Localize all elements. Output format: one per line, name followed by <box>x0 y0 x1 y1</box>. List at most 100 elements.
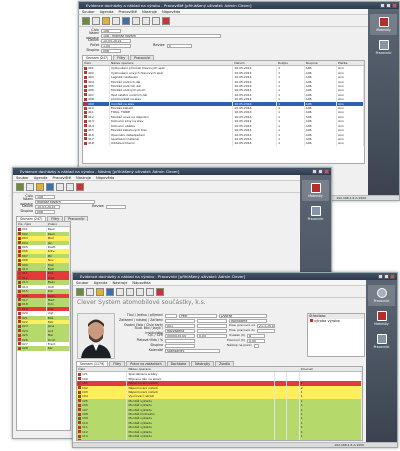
copy-icon[interactable] <box>146 287 154 296</box>
skupina-field[interactable]: 006 <box>35 209 55 214</box>
nazev-field[interactable]: 1x8 - montáž kovárn <box>101 33 221 38</box>
new-record-icon[interactable] <box>16 182 24 191</box>
skup-field[interactable] <box>165 343 195 348</box>
search-icon[interactable] <box>126 287 134 296</box>
cell-text: 10.05.2014 <box>234 70 252 75</box>
sidebar-item-pracovnici[interactable]: Pracovníci <box>370 37 397 58</box>
menu-item[interactable]: Soubor <box>82 10 95 14</box>
menu-item[interactable]: Nástroje <box>76 176 91 180</box>
sidebar-item-materialy[interactable]: Materiály <box>302 180 329 201</box>
close-window-icon[interactable] <box>392 3 397 8</box>
edit-icon[interactable] <box>86 287 94 296</box>
zarizeni-field[interactable]: Rovnotéra <box>229 318 267 323</box>
svr-field[interactable]: 0.00 <box>197 333 227 338</box>
filter-icon[interactable] <box>152 16 160 25</box>
datum-field[interactable]: 10.05.2014 <box>101 38 131 43</box>
pras-field[interactable]: 21.1.2014 <box>256 323 275 328</box>
record-icon <box>18 280 21 284</box>
sidebar-item-terminal[interactable]: Pracovníci <box>368 331 395 352</box>
delete-icon[interactable] <box>76 182 84 191</box>
table-cell: 114 <box>77 438 128 440</box>
pencil-icon[interactable] <box>96 287 104 296</box>
pencil-icon[interactable] <box>102 16 110 25</box>
nazev-field[interactable]: montáž kovárn <box>35 199 95 204</box>
cp-field[interactable]: 0000035.00 <box>165 333 195 338</box>
sidebar-item-materialy[interactable]: Materiály <box>368 308 395 329</box>
menu-item[interactable]: Soubor <box>16 176 29 180</box>
edit-icon[interactable] <box>26 182 34 191</box>
revize-field[interactable]: 0 <box>166 43 192 48</box>
menu-item[interactable]: Nápověda <box>162 10 180 14</box>
table-row[interactable]: 418 Oddělení hlavní 10.05.2014 1 A06 Ano <box>83 141 364 146</box>
kod-field[interactable]: Rozvážena <box>165 328 195 333</box>
menu-item[interactable]: Agenda <box>94 281 108 285</box>
sidebar-item-pracovnici[interactable]: Pracovníci <box>368 285 395 306</box>
copy-icon[interactable] <box>122 16 130 25</box>
tab[interactable]: Filtry <box>113 55 130 60</box>
print-icon[interactable] <box>56 182 64 191</box>
close-window-icon[interactable] <box>390 274 395 279</box>
search-icon[interactable] <box>142 16 150 25</box>
jazyk-field[interactable] <box>197 328 227 333</box>
nastup-checkbox[interactable] <box>253 343 259 348</box>
cell-text: 10.05.2014 <box>234 88 252 93</box>
sidebar-item-materialy[interactable]: Materiály <box>370 14 397 35</box>
delete-icon[interactable] <box>162 16 170 25</box>
tab[interactable]: Pracovníci <box>130 55 155 60</box>
kalendar-select[interactable]: Standardní <box>165 348 220 353</box>
osobni-field[interactable]: 001 <box>165 323 195 328</box>
cislo-field[interactable]: 108 <box>101 28 121 33</box>
save-icon[interactable] <box>112 16 120 25</box>
pocet-field[interactable]: 1.00 <box>101 43 131 48</box>
uvazek-field[interactable]: 8 <box>247 333 266 338</box>
save-icon[interactable] <box>106 287 114 296</box>
window-control-icon[interactable] <box>384 274 389 279</box>
window-control-icon[interactable] <box>318 169 323 174</box>
nastroj-field[interactable] <box>197 318 227 323</box>
menu-item[interactable]: Agenda <box>34 176 48 180</box>
pencil-icon[interactable] <box>36 182 44 191</box>
stredisko-item[interactable]: výroba výroba <box>308 319 364 324</box>
print-icon[interactable] <box>116 287 124 296</box>
menu-item[interactable]: Nástroje <box>142 10 157 14</box>
menu-item[interactable]: Nápověda <box>132 281 150 285</box>
delete-icon[interactable] <box>156 287 164 296</box>
search-icon[interactable] <box>66 182 74 191</box>
menu-item[interactable]: Pracoviště <box>52 176 71 180</box>
filter-icon[interactable] <box>136 287 144 296</box>
new-record-icon[interactable] <box>76 287 84 296</box>
edit-icon[interactable] <box>92 16 100 25</box>
tab[interactable]: Pracovníci <box>64 216 89 221</box>
menu-item[interactable]: Nápověda <box>96 176 114 180</box>
close-window-icon[interactable] <box>324 169 329 174</box>
zarazeni-field[interactable] <box>165 318 195 323</box>
menu-item[interactable]: Agenda <box>100 10 114 14</box>
titul-field[interactable] <box>165 313 177 318</box>
pracht-field[interactable]: 0.00 <box>247 338 266 343</box>
revize-field[interactable] <box>105 204 126 209</box>
prijmeni-field[interactable]: Dvořák <box>219 313 267 318</box>
sidebar-item-pracovnici[interactable]: Pracovníci <box>302 203 329 224</box>
pras2-field[interactable] <box>256 328 275 333</box>
menu-item[interactable]: Soubor <box>76 281 89 285</box>
jmeno-field[interactable]: Petr <box>179 313 217 318</box>
tab[interactable]: Seznam (247) <box>82 55 113 60</box>
window-control-icon[interactable] <box>312 169 317 174</box>
skupina-field[interactable]: 006 <box>101 48 121 53</box>
cislo-field[interactable]: 108 <box>35 194 55 199</box>
tab[interactable]: Filtry <box>47 216 64 221</box>
karta-field[interactable] <box>197 323 227 328</box>
window-control-icon[interactable] <box>378 274 383 279</box>
table-row[interactable]: 028 Kar <box>17 346 70 351</box>
datum-field[interactable]: 10.03.2014 <box>35 204 60 209</box>
new-record-icon[interactable] <box>82 16 90 25</box>
plat-field[interactable] <box>165 338 195 343</box>
table-row[interactable]: 114 Montáž výkladu 1 <box>77 438 362 440</box>
save-icon[interactable] <box>46 182 54 191</box>
menu-item[interactable]: Nástroje <box>112 281 127 285</box>
menu-item[interactable]: Pracoviště <box>118 10 137 14</box>
tab[interactable]: Seznam (247) <box>16 216 47 221</box>
window-control-icon[interactable] <box>386 3 391 8</box>
print-icon[interactable] <box>132 16 140 25</box>
window-control-icon[interactable] <box>380 3 385 8</box>
